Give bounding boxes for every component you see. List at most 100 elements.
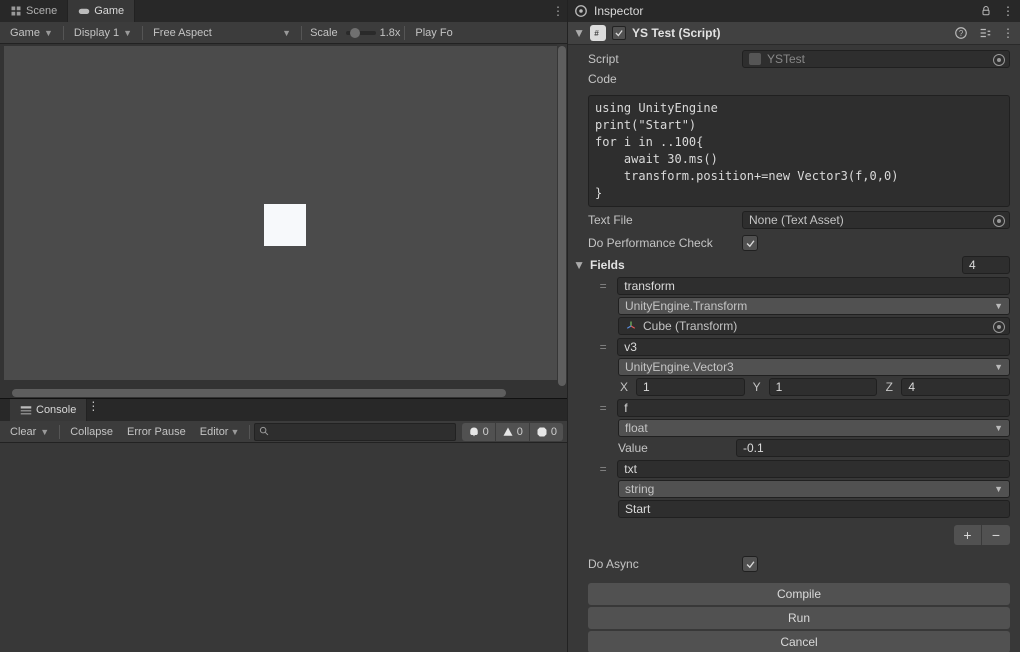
field-object-reference[interactable]: Cube (Transform) [618, 317, 1010, 335]
gamepad-icon [78, 5, 90, 17]
aspect-dropdown[interactable]: Free Aspect ▼ [147, 24, 297, 42]
field-type-dropdown[interactable]: UnityEngine.Transform [618, 297, 1010, 315]
field-name-input[interactable]: f [617, 399, 1010, 417]
info-icon [468, 426, 480, 438]
run-button[interactable]: Run [588, 607, 1010, 629]
console-tabs-menu-icon[interactable]: ⋮ [87, 399, 99, 421]
component-enabled-checkbox[interactable] [612, 26, 626, 40]
fields-fold-icon[interactable]: ▼ [574, 258, 584, 272]
inspector-menu-icon[interactable]: ⋮ [1002, 4, 1014, 18]
text-file-field[interactable]: None (Text Asset) [742, 211, 1010, 229]
row-script: Script YSTest [588, 49, 1010, 69]
tab-inspector-label[interactable]: Inspector [594, 4, 643, 18]
do-async-checkbox[interactable] [742, 556, 758, 572]
console-icon [20, 404, 32, 416]
cancel-button[interactable]: Cancel [588, 631, 1010, 652]
console-pane-tabs: Console ⋮ [0, 399, 567, 421]
do-async-label: Do Async [588, 557, 742, 571]
console-warning-badge[interactable]: 0 [496, 423, 530, 441]
scale-slider[interactable] [346, 31, 376, 35]
lock-icon[interactable] [980, 5, 992, 17]
field-type-dropdown[interactable]: UnityEngine.Vector3 [618, 358, 1010, 376]
tab-game[interactable]: Game [68, 0, 135, 22]
rendered-cube [264, 204, 306, 246]
scale-value: 1.8x [380, 27, 401, 39]
fields-remove-button[interactable]: − [982, 525, 1010, 545]
perf-checkbox[interactable] [742, 235, 758, 251]
tab-scene-label: Scene [26, 5, 57, 17]
string-value-input[interactable]: Start [618, 500, 1010, 518]
console-search-input[interactable] [254, 423, 455, 441]
console-clear-button[interactable]: Clear ▼ [4, 423, 55, 441]
perf-label: Do Performance Check [588, 236, 742, 250]
search-icon [259, 426, 270, 437]
drag-handle-icon[interactable]: = [596, 462, 609, 476]
text-file-label: Text File [588, 213, 742, 227]
console-error-badge[interactable]: 0 [530, 423, 563, 441]
game-mode-dropdown[interactable]: Game▼ [4, 24, 59, 42]
game-render-area[interactable] [4, 46, 557, 380]
fields-count-input[interactable]: 4 [962, 256, 1010, 274]
console-error-pause-button[interactable]: Error Pause [121, 423, 192, 441]
inspector-tabs: Inspector ⋮ [568, 0, 1020, 22]
vector-y-input[interactable]: 1 [769, 378, 878, 396]
game-pane-tabs: Scene Game ⋮ [0, 0, 567, 22]
field-item: = txt string Start [596, 460, 1010, 518]
drag-handle-icon[interactable]: = [596, 340, 609, 354]
tab-console[interactable]: Console [10, 399, 87, 421]
play-focused-label[interactable]: Play Fo [415, 27, 452, 39]
compile-button[interactable]: Compile [588, 583, 1010, 605]
float-value-input[interactable]: -0.1 [736, 439, 1010, 457]
console-editor-dropdown[interactable]: Editor ▼ [194, 423, 246, 441]
fields-label: Fields [590, 258, 956, 272]
script-object-field[interactable]: YSTest [742, 50, 1010, 68]
axis-x-label: X [618, 380, 630, 394]
console-info-badge[interactable]: 0 [462, 423, 496, 441]
scene-icon [10, 5, 22, 17]
fields-add-button[interactable]: + [954, 525, 982, 545]
vector-x-input[interactable]: 1 [636, 378, 745, 396]
row-perf: Do Performance Check [588, 233, 1010, 253]
object-picker-icon[interactable] [993, 321, 1005, 333]
field-type-dropdown[interactable]: float [618, 419, 1010, 437]
field-item: = v3 UnityEngine.Vector3 X 1 Y 1 Z 4 [596, 338, 1010, 396]
viewport-vertical-scrollbar[interactable] [557, 44, 567, 380]
inspector-icon [574, 4, 588, 18]
code-textarea[interactable]: using UnityEngine print("Start") for i i… [588, 95, 1010, 207]
script-label: Script [588, 52, 742, 66]
svg-text:?: ? [959, 29, 964, 38]
drag-handle-icon[interactable]: = [596, 279, 609, 293]
preset-icon[interactable] [978, 26, 992, 40]
help-icon[interactable]: ? [954, 26, 968, 40]
field-name-input[interactable]: v3 [617, 338, 1010, 356]
component-title: YS Test (Script) [632, 26, 948, 40]
component-menu-icon[interactable]: ⋮ [1002, 26, 1014, 40]
field-item: = transform UnityEngine.Transform Cube (… [596, 277, 1010, 335]
field-name-input[interactable]: txt [617, 460, 1010, 478]
axis-z-label: Z [883, 380, 895, 394]
game-tabs-menu-icon[interactable]: ⋮ [549, 0, 567, 22]
code-label: Code [588, 72, 617, 86]
svg-text:#: # [594, 29, 599, 38]
tab-game-label: Game [94, 5, 124, 17]
field-type-dropdown[interactable]: string [618, 480, 1010, 498]
game-toolbar: Game▼ Display 1▼ Free Aspect ▼ Scale 1.8… [0, 22, 567, 44]
viewport-horizontal-scrollbar[interactable] [0, 388, 557, 398]
tab-scene[interactable]: Scene [0, 0, 68, 22]
float-value-label: Value [618, 441, 728, 455]
tab-console-label: Console [36, 404, 76, 416]
field-item: = f float Value -0.1 [596, 399, 1010, 457]
display-dropdown[interactable]: Display 1▼ [68, 24, 138, 42]
drag-handle-icon[interactable]: = [596, 401, 609, 415]
object-picker-icon[interactable] [993, 215, 1005, 227]
fold-icon[interactable]: ▼ [574, 26, 584, 40]
console-collapse-button[interactable]: Collapse [64, 423, 119, 441]
csharp-script-icon: # [590, 25, 606, 41]
scale-label: Scale [310, 27, 338, 39]
script-file-icon [749, 53, 761, 65]
object-picker-icon[interactable] [993, 54, 1005, 66]
vector-z-input[interactable]: 4 [901, 378, 1010, 396]
field-name-input[interactable]: transform [617, 277, 1010, 295]
transform-icon [625, 320, 637, 332]
game-viewport [0, 44, 567, 398]
